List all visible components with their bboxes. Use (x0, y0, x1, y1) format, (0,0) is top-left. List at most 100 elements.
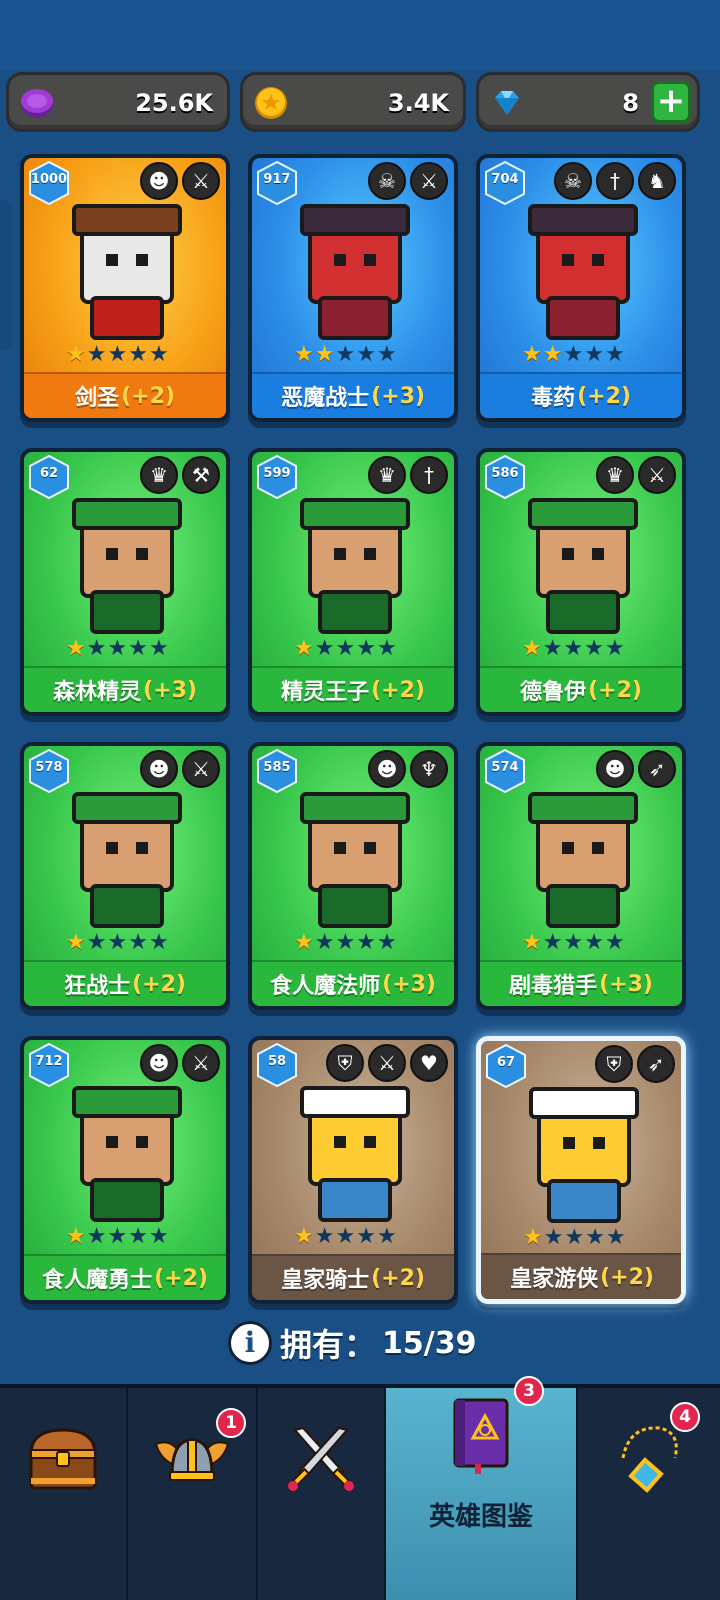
hero-name: 德鲁伊 (520, 680, 587, 705)
star-filled-icon: ★ (314, 342, 335, 367)
hero-name: 恶魔战士 (281, 386, 370, 411)
star-empty-icon: ★ (604, 930, 625, 955)
hero-card[interactable]: 578 ☻ ⚔ ★ ★ ★ ★ ★ 狂战士 (+2) (20, 742, 230, 1010)
power-value: 578 (35, 760, 63, 775)
sword-icon: ⚔ (410, 162, 448, 200)
hammer-icon: ⚒ (182, 456, 220, 494)
star-rating: ★ ★ ★ ★ ★ (66, 1226, 169, 1248)
hero-name: 食人魔法师 (270, 974, 381, 999)
hero-card[interactable]: 704 ☠ † ♞ ★ ★ ★ ★ ★ 毒药 (+2) (476, 154, 686, 422)
star-empty-icon: ★ (107, 930, 128, 955)
gold-coin-icon (255, 87, 287, 119)
hero-name-bar: 德鲁伊 (+2) (480, 666, 682, 712)
star-filled-icon: ★ (66, 636, 86, 661)
power-value: 712 (35, 1054, 63, 1069)
star-empty-icon: ★ (128, 342, 148, 367)
hero-name-bar: 剧毒猎手 (+3) (480, 960, 682, 1006)
hero-card[interactable]: 67 ⛨ ➶ ★ ★ ★ ★ ★ 皇家游侠 (+2) (476, 1036, 686, 1304)
hero-name: 食人魔勇士 (42, 1268, 153, 1293)
hero-name-bar: 恶魔战士 (+3) (252, 372, 454, 418)
hero-name: 狂战士 (64, 974, 131, 999)
star-rating: ★ ★ ★ ★ ★ (294, 932, 397, 954)
gold-coin-value: 3.4K (387, 89, 449, 117)
class-icons: ☻ ⚔ (140, 750, 220, 788)
star-empty-icon: ★ (148, 636, 169, 661)
sword-icon: ⚔ (638, 456, 676, 494)
star-empty-icon: ★ (376, 930, 397, 955)
hero-portrait (529, 1087, 639, 1223)
star-empty-icon: ★ (376, 342, 397, 367)
hero-card[interactable]: 62 ♛ ⚒ ★ ★ ★ ★ ★ 森林精灵 (+3) (20, 448, 230, 716)
power-badge: 67 (483, 1043, 529, 1089)
hero-card[interactable]: 585 ☻ ♆ ★ ★ ★ ★ ★ 食人魔法师 (+3) (248, 742, 458, 1010)
star-empty-icon: ★ (376, 636, 397, 661)
hero-name-bar: 剑圣 (+2) (24, 372, 226, 418)
demon-skull-icon: ☠ (554, 162, 592, 200)
hero-card[interactable]: 599 ♛ † ★ ★ ★ ★ ★ 精灵王子 (+2) (248, 448, 458, 716)
star-filled-icon: ★ (522, 342, 542, 367)
star-empty-icon: ★ (563, 342, 584, 367)
gem-icon (495, 91, 519, 115)
hero-name: 皇家骑士 (281, 1268, 370, 1293)
hero-portrait (72, 1086, 182, 1222)
star-empty-icon: ★ (356, 636, 376, 661)
hero-portrait (300, 204, 410, 340)
nav-item-equipment[interactable]: 4 (578, 1388, 720, 1600)
star-empty-icon: ★ (605, 1225, 626, 1250)
power-badge: 574 (482, 748, 528, 794)
hero-name: 毒药 (531, 386, 576, 411)
power-value: 67 (496, 1055, 516, 1070)
owned-label: 拥有： (280, 1326, 377, 1364)
star-filled-icon: ★ (294, 930, 314, 955)
add-gems-button[interactable]: + (651, 81, 691, 123)
star-empty-icon: ★ (585, 1225, 605, 1250)
info-icon[interactable]: i (228, 1321, 272, 1365)
star-empty-icon: ★ (563, 930, 584, 955)
star-empty-icon: ★ (86, 930, 107, 955)
helmet-icon: ⛨ (326, 1044, 364, 1082)
hero-card[interactable]: 712 ☻ ⚔ ★ ★ ★ ★ ★ 食人魔勇士 (+2) (20, 1036, 230, 1304)
star-empty-icon: ★ (107, 636, 128, 661)
hero-portrait (528, 498, 638, 634)
dagger-icon: † (410, 456, 448, 494)
class-icons: ☻ ⚔ (140, 1044, 220, 1082)
nav-item-hero-book[interactable]: 英雄图鉴 3 (386, 1376, 578, 1600)
hero-bonus: (+3) (143, 677, 197, 703)
staff-icon: ♆ (410, 750, 448, 788)
nav-item-battle[interactable] (258, 1388, 386, 1600)
hero-card[interactable]: 1000 ☻ ⚔ ★ ★ ★ ★ ★ 剑圣 (+2) (20, 154, 230, 422)
nav-item-chest[interactable] (0, 1388, 128, 1600)
star-rating: ★ ★ ★ ★ ★ (522, 932, 625, 954)
star-empty-icon: ★ (563, 636, 584, 661)
helmet-icon: ⛨ (595, 1045, 633, 1083)
elf-class-icon: ♛ (368, 456, 406, 494)
hero-card[interactable]: 58 ⛨ ⚔ ♥ ★ ★ ★ ★ ★ 皇家骑士 (+2) (248, 1036, 458, 1304)
power-value: 574 (491, 760, 519, 775)
nav-item-heroes[interactable]: 1 (128, 1388, 258, 1600)
star-empty-icon: ★ (314, 1224, 335, 1249)
hero-card[interactable]: 586 ♛ ⚔ ★ ★ ★ ★ ★ 德鲁伊 (+2) (476, 448, 686, 716)
hero-name: 剧毒猎手 (509, 974, 598, 999)
class-icons: ☻ ♆ (368, 750, 448, 788)
power-value: 58 (267, 1054, 287, 1069)
star-empty-icon: ★ (335, 1224, 356, 1249)
gold-coin-counter[interactable]: 3.4K (240, 72, 466, 132)
class-icons: ☻ ⚔ (140, 162, 220, 200)
star-filled-icon: ★ (522, 636, 542, 661)
hero-portrait (72, 498, 182, 634)
hero-card[interactable]: 574 ☻ ➶ ★ ★ ★ ★ ★ 剧毒猎手 (+3) (476, 742, 686, 1010)
hero-portrait (300, 1086, 410, 1222)
side-tab[interactable] (0, 200, 12, 350)
hero-portrait (72, 792, 182, 928)
hero-card[interactable]: 917 ☠ ⚔ ★ ★ ★ ★ ★ 恶魔战士 (+3) (248, 154, 458, 422)
star-rating: ★ ★ ★ ★ ★ (66, 638, 169, 660)
purple-coin-counter[interactable]: 25.6K (6, 72, 230, 132)
star-rating: ★ ★ ★ ★ ★ (294, 1226, 397, 1248)
hero-bonus: (+2) (577, 383, 631, 409)
hero-name-bar: 食人魔勇士 (+2) (24, 1254, 226, 1300)
gem-counter[interactable]: 8 + (476, 72, 700, 132)
hero-bonus: (+2) (588, 677, 642, 703)
hero-portrait (300, 498, 410, 634)
hero-bonus: (+3) (599, 971, 653, 997)
star-empty-icon: ★ (584, 636, 604, 661)
